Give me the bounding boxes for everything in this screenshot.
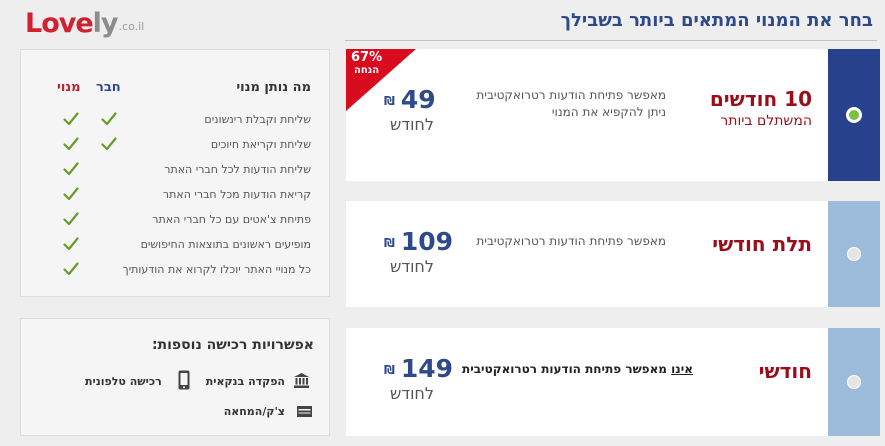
feature-label: מופיעים ראשונים בתוצאות החיפושים (140, 238, 311, 251)
plan-select-bar[interactable] (828, 49, 880, 181)
plan-desc-not: אינו (671, 362, 693, 376)
member-check-icon (101, 136, 117, 151)
plan-name: תלת חודשי (712, 232, 812, 256)
feature-label: שליחת וקבלת רינשונים (204, 113, 311, 126)
feature-row: קריאת הודעות מכל חברי האתר (21, 186, 311, 206)
plan-select-bar[interactable] (828, 201, 880, 307)
check-payment-option[interactable]: צ'ק/המחאה (224, 405, 285, 418)
plan-price: ₪ 109 (384, 227, 453, 256)
page-title: בחר את המנוי המתאים ביותר בשבילך (560, 10, 873, 31)
plan-card-monthly[interactable]: חודשי אינו מאפשר פתיחת הודעות רטרואקטיבי… (346, 328, 880, 436)
phone-purchase-option[interactable]: רכישה טלפונית (85, 375, 162, 388)
bank-transfer-option[interactable]: הפקדה בנקאית (206, 375, 285, 388)
features-header-title: מה נותן מנוי (236, 80, 311, 95)
feature-label: כל מנויי האתר יוכלו לקרוא את הודעותיך (122, 263, 311, 276)
subscriber-check-icon (63, 211, 79, 226)
plan-desc-line-2: ניתן להקפיא את המנוי (551, 105, 666, 119)
plan-radio[interactable] (847, 247, 861, 261)
plan-name: 10 חודשים (709, 87, 812, 111)
feature-label: שליחת וקריאת חיוכים (210, 138, 311, 151)
feature-row: כל מנויי האתר יוכלו לקרוא את הודעותיך (21, 261, 311, 281)
subscriber-check-icon (63, 161, 79, 176)
currency-symbol: ₪ (384, 94, 395, 108)
purchase-options-panel: אפשרויות רכישה נוספות: הפקדה בנקאית רכיש… (20, 318, 330, 436)
subscriber-check-icon (63, 136, 79, 151)
features-header-member: חבר (96, 80, 121, 95)
plan-card-10-months[interactable]: 67% הנחה 10 חודשים המשתלם ביותר מאפשר פת… (346, 49, 880, 181)
currency-symbol: ₪ (384, 363, 395, 377)
plan-name: חודשי (758, 359, 812, 383)
site-logo[interactable]: Love ly .co.il (25, 8, 144, 39)
subscriber-check-icon (63, 111, 79, 126)
plan-description: מאפשר פתיחת הודעות רטרואקטיבית (476, 233, 666, 250)
feature-row: שליחת וקבלת רינשונים (21, 111, 311, 131)
discount-percent: 67% (351, 50, 383, 65)
plan-radio[interactable] (847, 375, 861, 389)
discount-badge: 67% הנחה (351, 51, 382, 77)
subscriber-check-icon (63, 186, 79, 201)
features-panel: מה נותן מנוי חבר מנוי שליחת וקבלת רינשונ… (20, 49, 330, 297)
plan-card-3-months[interactable]: תלת חודשי מאפשר פתיחת הודעות רטרואקטיבית… (346, 201, 880, 307)
feature-label: שליחת הודעות לכל חברי האתר (164, 163, 311, 176)
feature-row: שליחת הודעות לכל חברי האתר (21, 161, 311, 181)
subscriber-check-icon (63, 261, 79, 276)
price-per-month: לחודש (390, 115, 434, 134)
price-value: 149 (400, 354, 454, 383)
price-value: 109 (400, 227, 454, 256)
phone-icon (178, 370, 190, 390)
title-divider (345, 40, 877, 41)
logo-part-1: Love (25, 8, 94, 39)
plan-price: ₪ 49 (384, 85, 436, 114)
plan-price: ₪ 149 (384, 354, 453, 383)
plan-radio-selected[interactable] (846, 107, 862, 123)
price-per-month: לחודש (390, 257, 434, 276)
features-header-subscriber: מנוי (57, 80, 81, 95)
member-check-icon (101, 111, 117, 126)
plan-desc-line-1: מאפשר פתיחת הודעות רטרואקטיבית (476, 88, 666, 102)
plan-description: מאפשר פתיחת הודעות רטרואקטיבית ניתן להקפ… (476, 87, 666, 121)
check-payment-icon (297, 406, 312, 417)
logo-suffix: .co.il (118, 20, 145, 33)
subscriber-check-icon (63, 236, 79, 251)
price-per-month: לחודש (390, 384, 434, 403)
feature-label: קריאת הודעות מכל חברי האתר (162, 188, 311, 201)
logo-part-2: ly (92, 8, 119, 39)
discount-label: הנחה (353, 65, 380, 76)
plan-subtitle: המשתלם ביותר (720, 113, 812, 129)
feature-row: פתיחת צ'אטים עם כל חברי האתר (21, 211, 311, 231)
feature-label: פתיחת צ'אטים עם כל חברי האתר (152, 213, 311, 226)
plan-description: אינו מאפשר פתיחת הודעות רטרואקטיבית (462, 361, 693, 378)
feature-row: שליחת וקריאת חיוכים (21, 136, 311, 156)
plan-select-bar[interactable] (828, 328, 880, 436)
bank-icon (294, 373, 309, 388)
price-value: 49 (400, 85, 436, 114)
currency-symbol: ₪ (384, 236, 395, 250)
feature-row: מופיעים ראשונים בתוצאות החיפושים (21, 236, 311, 256)
plan-desc-rest: מאפשר פתיחת הודעות רטרואקטיבית (462, 362, 667, 376)
plan-desc-line-1: מאפשר פתיחת הודעות רטרואקטיבית (476, 234, 666, 248)
purchase-options-title: אפשרויות רכישה נוספות: (151, 337, 314, 353)
